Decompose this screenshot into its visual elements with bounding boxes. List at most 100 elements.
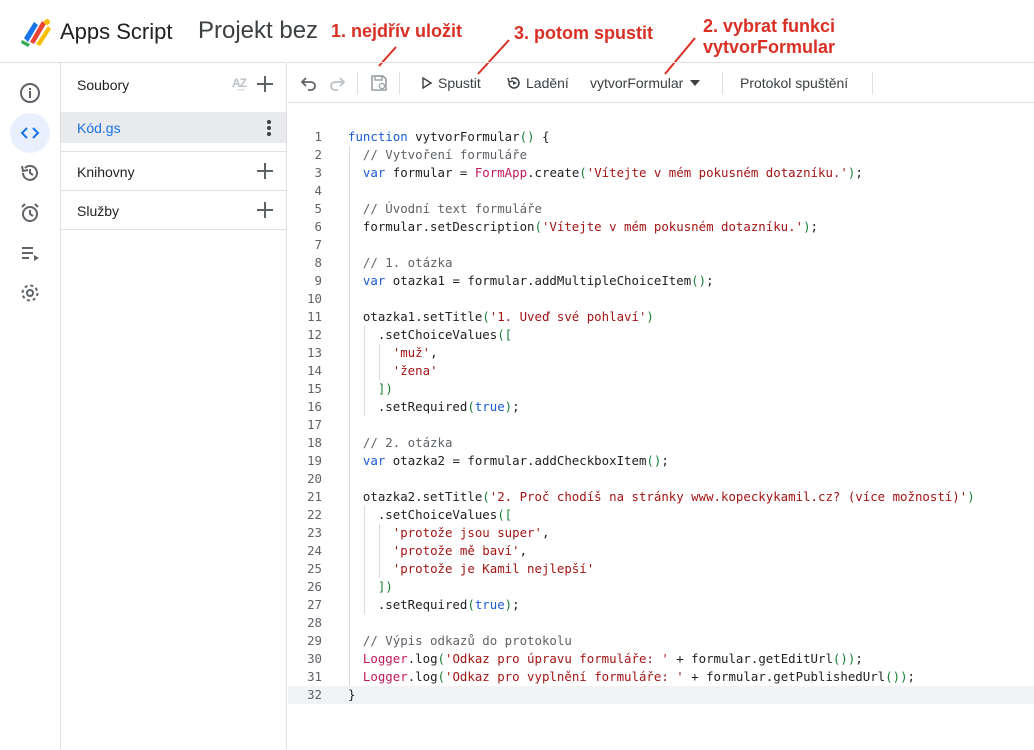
code-text[interactable]: // 1. otázka [348, 254, 453, 272]
code-text[interactable]: formular.setDescription('Vítejte v mém p… [348, 218, 818, 236]
code-text[interactable]: var formular = FormApp.create('Vítejte v… [348, 164, 863, 182]
save-button[interactable] [369, 63, 389, 103]
code-line[interactable]: 2 // Vytvoření formuláře [288, 146, 1034, 164]
line-number: 2 [314, 147, 322, 162]
code-text[interactable]: // 2. otázka [348, 434, 453, 452]
code-line[interactable]: 18 // 2. otázka [288, 434, 1034, 452]
code-line[interactable]: 4 [288, 182, 1034, 200]
code-line[interactable]: 14 'žena' [288, 362, 1034, 380]
left-rail [0, 62, 61, 750]
code-text[interactable]: var otazka1 = formular.addMultipleChoice… [348, 272, 714, 290]
code-line[interactable]: 30 Logger.log('Odkaz pro úpravu formulář… [288, 650, 1034, 668]
code-line[interactable]: 7 [288, 236, 1034, 254]
line-number: 26 [307, 579, 322, 594]
debug-label: Ladění [526, 75, 569, 91]
code-line[interactable]: 6 formular.setDescription('Vítejte v mém… [288, 218, 1034, 236]
code-line[interactable]: 31 Logger.log('Odkaz pro vyplnění formul… [288, 668, 1034, 686]
code-text[interactable]: // Úvodní text formuláře [348, 200, 542, 218]
code-text[interactable]: 'žena' [348, 362, 438, 380]
play-icon [422, 77, 432, 89]
apps-script-logo[interactable] [20, 16, 54, 48]
code-line[interactable]: 1 function vytvorFormular() { [288, 128, 1034, 146]
code-line[interactable]: 3 var formular = FormApp.create('Vítejte… [288, 164, 1034, 182]
add-library-icon[interactable] [254, 160, 276, 182]
code-line[interactable]: 10 [288, 290, 1034, 308]
add-service-icon[interactable] [254, 199, 276, 221]
versions-button[interactable] [10, 153, 50, 193]
libraries-section: Knihovny [61, 152, 286, 191]
code-line[interactable]: 23 'protože jsou super', [288, 524, 1034, 542]
triggers-button[interactable] [10, 193, 50, 233]
code-text[interactable]: .setChoiceValues([ [348, 326, 512, 344]
function-select[interactable]: vytvorFormular [590, 63, 701, 103]
file-item-kod[interactable]: Kód.gs [61, 112, 286, 143]
line-number: 31 [307, 669, 322, 684]
code-line[interactable]: 17 [288, 416, 1034, 434]
history-icon [21, 164, 38, 181]
code-line[interactable]: 24 'protože mě baví', [288, 542, 1034, 560]
code-text[interactable]: var otazka2 = formular.addCheckboxItem()… [348, 452, 669, 470]
code-line[interactable]: 26 ]) [288, 578, 1034, 596]
code-line[interactable]: 25 'protože je Kamil nejlepší' [288, 560, 1034, 578]
redo-button[interactable] [328, 63, 346, 103]
code-line[interactable]: 19 var otazka2 = formular.addCheckboxIte… [288, 452, 1034, 470]
code-line[interactable]: 21 otazka2.setTitle('2. Proč chodíš na s… [288, 488, 1034, 506]
code-line[interactable]: 8 // 1. otázka [288, 254, 1034, 272]
code-text[interactable]: 'protože je Kamil nejlepší' [348, 560, 594, 578]
code-line[interactable]: 27 .setRequired(true); [288, 596, 1034, 614]
code-text[interactable]: .setRequired(true); [348, 398, 520, 416]
debug-button[interactable]: Ladění [506, 63, 569, 103]
code-line[interactable]: 16 .setRequired(true); [288, 398, 1034, 416]
line-number: 27 [307, 597, 322, 612]
run-button[interactable]: Spustit [422, 63, 481, 103]
code-line[interactable]: 22 .setChoiceValues([ [288, 506, 1034, 524]
settings-button[interactable] [10, 273, 50, 313]
code-line[interactable]: 32} [288, 686, 1034, 704]
executions-button[interactable] [10, 233, 50, 273]
code-text[interactable]: Logger.log('Odkaz pro vyplnění formuláře… [348, 668, 915, 686]
more-vert-icon[interactable] [266, 119, 272, 137]
code-text[interactable]: // Výpis odkazů do protokolu [348, 632, 572, 650]
code-line[interactable]: 11 otazka1.setTitle('1. Uveď své pohlaví… [288, 308, 1034, 326]
indent-guide [363, 326, 365, 416]
line-number: 25 [307, 561, 322, 576]
code-text[interactable]: 'protože mě baví', [348, 542, 527, 560]
execution-log-label: Protokol spuštění [740, 75, 849, 91]
code-line[interactable]: 5 // Úvodní text formuláře [288, 200, 1034, 218]
sort-az-icon[interactable]: A͢Z [232, 76, 247, 90]
code-text[interactable]: 'muž', [348, 344, 438, 362]
code-text[interactable]: .setChoiceValues([ [348, 506, 512, 524]
code-text[interactable]: ]) [348, 380, 393, 398]
add-file-icon[interactable] [254, 73, 276, 95]
code-text[interactable]: function vytvorFormular() { [348, 128, 549, 146]
files-section-header: Soubory A͢Z [61, 65, 286, 104]
line-number: 7 [314, 237, 322, 252]
code-area[interactable]: 1 function vytvorFormular() {2 // Vytvoře… [288, 128, 1034, 704]
line-number: 13 [307, 345, 322, 360]
undo-button[interactable] [300, 63, 318, 103]
code-text[interactable]: Logger.log('Odkaz pro úpravu formuláře: … [348, 650, 863, 668]
code-text[interactable]: ]) [348, 578, 393, 596]
code-text[interactable]: } [348, 686, 355, 704]
code-line[interactable]: 15 ]) [288, 380, 1034, 398]
code-line[interactable]: 20 [288, 470, 1034, 488]
code-text[interactable]: // Vytvoření formuláře [348, 146, 527, 164]
execution-log-button[interactable]: Protokol spuštění [740, 63, 848, 103]
app-name[interactable]: Apps Script [60, 19, 173, 45]
services-title: Služby [77, 203, 120, 219]
code-editor[interactable]: 1 function vytvorFormular() {2 // Vytvoře… [288, 104, 1034, 750]
code-line[interactable]: 28 [288, 614, 1034, 632]
line-number: 3 [314, 165, 322, 180]
overview-button[interactable] [10, 73, 50, 113]
editor-button[interactable] [10, 113, 50, 153]
code-line[interactable]: 12 .setChoiceValues([ [288, 326, 1034, 344]
files-panel: Soubory A͢Z Kód.gs Knihovny Služby [61, 62, 287, 750]
code-text[interactable]: otazka1.setTitle('1. Uveď své pohlaví') [348, 308, 654, 326]
file-name[interactable]: Kód.gs [77, 120, 121, 136]
code-text[interactable]: otazka2.setTitle('2. Proč chodíš na strá… [348, 488, 975, 506]
project-name[interactable]: Projekt bez [198, 17, 328, 45]
code-line[interactable]: 13 'muž', [288, 344, 1034, 362]
code-text[interactable]: .setRequired(true); [348, 596, 520, 614]
code-line[interactable]: 9 var otazka1 = formular.addMultipleChoi… [288, 272, 1034, 290]
code-line[interactable]: 29 // Výpis odkazů do protokolu [288, 632, 1034, 650]
